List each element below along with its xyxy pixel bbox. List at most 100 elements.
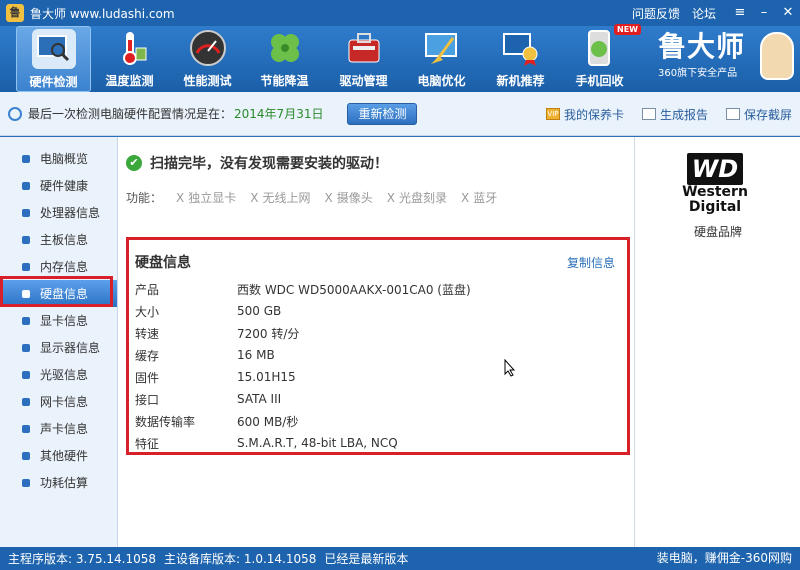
status-bar: 主程序版本: 3.75.14.1058 主设备库版本: 1.0.14.1058 … <box>0 547 800 570</box>
brand-logo: 鲁大师 360旗下安全产品 <box>658 30 762 88</box>
disk-key: 产品 <box>135 282 160 297</box>
sidebar-item-sound[interactable]: 声卡信息 <box>0 415 117 442</box>
brand-name: 鲁大师 <box>658 30 746 63</box>
generate-report-button[interactable]: 生成报告 <box>641 106 708 123</box>
disk-value: 600 MB/秒 <box>237 414 299 429</box>
disk-info-title: 硬盘信息 <box>135 255 191 271</box>
last-check-text: 最后一次检测电脑硬件配置情况是在： <box>28 107 233 121</box>
bullet-icon <box>22 208 30 217</box>
features-label: 功能： <box>126 191 163 205</box>
disk-key: 缓存 <box>135 348 160 363</box>
disk-info-box: 硬盘信息 复制信息 产品 西数 WDC WD5000AAKX-001CA0 (蓝盘… <box>126 237 630 455</box>
nav-temp-monitor[interactable]: 温度监测 <box>92 26 167 92</box>
nav-energy-saving[interactable]: 节能降温 <box>247 26 322 92</box>
feature-label: 摄像头 <box>336 191 373 205</box>
sidebar-item-other[interactable]: 其他硬件 <box>0 442 117 469</box>
brand-subtitle: 360旗下安全产品 <box>658 68 738 79</box>
nav-label: 新机推荐 <box>496 74 545 88</box>
info-icon <box>8 106 22 121</box>
nav-label: 驱动管理 <box>339 74 388 88</box>
bullet-icon <box>22 262 30 271</box>
last-check-date: 2014年7月31日 <box>234 107 324 121</box>
nav-pc-optimize[interactable]: 电脑优化 <box>404 26 479 92</box>
hardware-sidebar: 电脑概览 硬件健康 处理器信息 主板信息 内存信息 硬盘信息 显卡信息 显示器信… <box>0 137 118 547</box>
recheck-button[interactable]: 重新检测 <box>347 102 418 125</box>
wd-brand-text: Western Digital <box>675 185 755 215</box>
title-bar: 鲁 鲁大师 www.ludashi.com 问题反馈 论坛 ≡ – ✕ <box>0 0 800 26</box>
app-logo-icon: 鲁 <box>6 4 24 22</box>
sidebar-item-cpu[interactable]: 处理器信息 <box>0 199 117 226</box>
main-panel: ✔ 扫描完毕，没有发现需要安装的驱动！ 功能： X 独立显卡 X 无线上网 X 摄像头… <box>118 137 634 547</box>
sidebar-item-label: 其他硬件 <box>40 449 89 463</box>
nav-new-pc[interactable]: 新机推荐 <box>483 26 558 92</box>
bullet-icon <box>22 424 30 433</box>
copy-info-link[interactable]: 复制信息 <box>567 254 615 271</box>
wd-brand-line1: Western <box>682 184 748 200</box>
disk-value: 16 MB <box>237 348 275 362</box>
disk-row: 缓存 16 MB <box>135 344 275 366</box>
sidebar-item-monitor[interactable]: 显示器信息 <box>0 334 117 361</box>
sidebar-item-overview[interactable]: 电脑概览 <box>0 145 117 172</box>
promo-link[interactable]: 装电脑，赚佣金-360网购 <box>657 547 792 570</box>
disk-value: 7200 转/分 <box>237 326 300 341</box>
sidebar-item-label: 电脑概览 <box>40 152 89 166</box>
nav-performance-test[interactable]: 性能测试 <box>170 26 245 92</box>
vip-card-icon: VIP <box>545 108 560 120</box>
sidebar-item-power[interactable]: 功耗估算 <box>0 469 117 496</box>
disk-key: 数据传输率 <box>135 414 196 429</box>
close-icon[interactable]: ✕ <box>776 2 800 24</box>
feature-item: X 蓝牙 <box>461 189 497 206</box>
broom-icon <box>420 28 464 68</box>
x-icon: X <box>461 191 470 205</box>
feature-item: X 无线上网 <box>250 189 310 206</box>
nav-label: 硬件检测 <box>29 75 78 89</box>
disk-row: 接口 SATA III <box>135 388 281 410</box>
disk-row: 产品 西数 WDC WD5000AAKX-001CA0 (蓝盘) <box>135 278 471 300</box>
update-status: 已经是最新版本 <box>324 552 409 566</box>
x-icon: X <box>176 191 185 205</box>
feature-item: X 光盘刻录 <box>387 189 447 206</box>
nav-driver-manage[interactable]: 驱动管理 <box>326 26 401 92</box>
minimize-icon[interactable]: – <box>752 2 776 24</box>
feature-item: X 独立显卡 <box>176 189 236 206</box>
nav-label: 电脑优化 <box>417 74 466 88</box>
x-icon: X <box>324 191 333 205</box>
save-screenshot-button[interactable]: 保存截屏 <box>725 106 792 123</box>
pc-award-icon <box>499 28 543 68</box>
sidebar-item-label: 光驱信息 <box>40 368 89 382</box>
warranty-card-label: 我的保养卡 <box>563 107 624 122</box>
sidebar-item-label: 硬件健康 <box>40 179 89 193</box>
info-actions: VIP 我的保养卡 生成报告 保存截屏 <box>528 92 792 136</box>
sidebar-item-optical[interactable]: 光驱信息 <box>0 361 117 388</box>
disk-row: 固件 15.01H15 <box>135 366 296 388</box>
disk-row: 特征 S.M.A.R.T, 48-bit LBA, NCQ <box>135 432 398 454</box>
x-icon: X <box>250 191 259 205</box>
nav-hardware-detect[interactable]: 硬件检测 <box>16 26 91 92</box>
bullet-icon <box>22 343 30 352</box>
menu-icon[interactable]: ≡ <box>728 2 752 24</box>
camera-icon <box>725 108 740 120</box>
sidebar-item-label: 显示器信息 <box>40 341 101 355</box>
features-row: 功能： X 独立显卡 X 无线上网 X 摄像头 X 光盘刻录 X 蓝牙 <box>126 189 497 206</box>
feedback-link[interactable]: 问题反馈 <box>632 5 680 22</box>
wd-brand-line2: Digital <box>688 199 742 215</box>
feature-item: X 摄像头 <box>325 189 373 206</box>
disk-row: 大小 500 GB <box>135 300 281 322</box>
sidebar-item-motherboard[interactable]: 主板信息 <box>0 226 117 253</box>
forum-link[interactable]: 论坛 <box>692 5 716 22</box>
nav-phone-recycle[interactable]: NEW 手机回收 <box>562 24 641 92</box>
disk-value: 15.01H15 <box>237 370 296 384</box>
clover-icon <box>263 28 307 68</box>
sidebar-item-health[interactable]: 硬件健康 <box>0 172 117 199</box>
brand-panel: WD Western Digital 硬盘品牌 <box>634 137 800 547</box>
bullet-icon <box>22 397 30 406</box>
main-nav: 硬件检测 温度监测 性能测试 节能降温 驱动管理 电脑优化 新机推荐 NEW 手… <box>0 24 800 92</box>
disk-value: 500 GB <box>237 304 282 318</box>
bullet-icon <box>22 181 30 190</box>
sidebar-item-gpu[interactable]: 显卡信息 <box>0 307 117 334</box>
warranty-card-button[interactable]: VIP 我的保养卡 <box>545 106 624 123</box>
wd-logo-icon: WD <box>687 153 743 185</box>
sidebar-item-network[interactable]: 网卡信息 <box>0 388 117 415</box>
bullet-icon <box>22 370 30 379</box>
scan-message: 扫描完毕，没有发现需要安装的驱动！ <box>150 156 388 172</box>
